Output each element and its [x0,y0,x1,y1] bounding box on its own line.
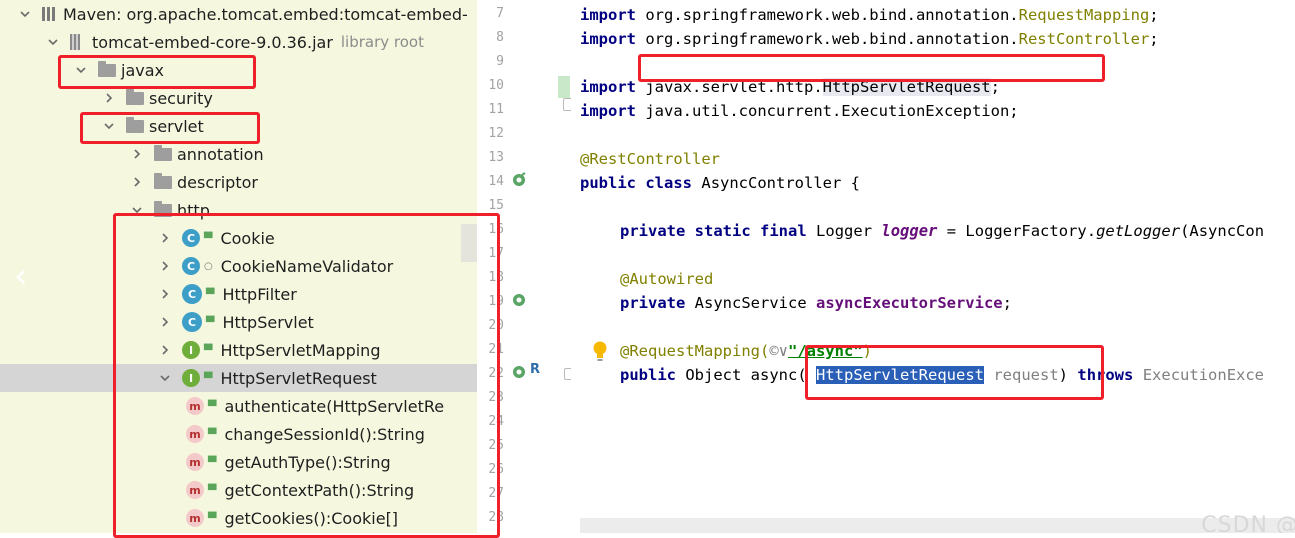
line-number: 10 [488,78,504,93]
chevron-down-icon[interactable] [46,35,60,49]
chevron-down-icon[interactable] [18,7,32,21]
line-number: 11 [488,102,504,117]
code-line-19: private AsyncService asyncExecutorServic… [620,294,1012,312]
annotation-box-import [638,54,1105,82]
code-line-13: @RestController [580,150,720,168]
tree-row[interactable]: annotation [0,140,477,168]
collapse-panel-icon[interactable]: ‹ [14,256,28,296]
line-number: 12 [488,126,504,141]
jar-icon [70,34,80,50]
tree-row-label: security [149,88,213,108]
line-number: 7 [496,6,504,21]
watermark: CSDN @ [1201,513,1295,533]
annotation-box-http-classes [113,213,500,538]
tree-row[interactable]: tomcat-embed-core-9.0.36.jar library root [0,28,477,56]
code-line-16: private static final Logger logger = Log… [620,222,1265,240]
tree-row-label: tomcat-embed-core-9.0.36.jar [92,32,333,52]
annotation-box-parameter [805,345,1104,400]
line-number: 13 [488,150,504,165]
annotation-box-javax [58,55,256,89]
tree-row[interactable]: descriptor [0,168,477,196]
code-line-14: public class AsyncController { [580,174,860,192]
folder-icon [154,144,172,161]
bean-icon[interactable] [511,172,527,192]
tree-row-sublabel: library root [340,33,424,51]
chevron-right-icon[interactable] [130,175,144,189]
lightbulb-icon[interactable] [591,340,609,362]
code-line-8: import org.springframework.web.bind.anno… [580,30,1159,48]
code-line-7: import org.springframework.web.bind.anno… [580,6,1159,24]
chevron-right-icon[interactable] [130,147,144,161]
code-line-11: import java.util.concurrent.ExecutionExc… [580,102,1019,120]
tree-row-label: Maven: org.apache.tomcat.embed:tomcat-em… [63,4,468,24]
line-number: 9 [496,54,504,69]
line-number: 15 [488,198,504,213]
tree-row-label: annotation [177,144,264,164]
editor-horizontal-scrollbar[interactable] [580,518,1295,533]
maven-icon [42,7,60,21]
tree-row-label: descriptor [177,172,258,192]
folder-icon [154,172,172,189]
chevron-right-icon[interactable] [102,91,116,105]
vcs-change-marker[interactable] [558,76,570,98]
code-line-18: @Autowired [620,270,714,288]
annotation-box-servlet [80,112,260,144]
folder-icon [126,88,144,105]
autowired-bean-icon[interactable] [511,292,527,312]
rest-endpoint-icon[interactable]: R [530,362,540,377]
tree-row[interactable]: Maven: org.apache.tomcat.embed:tomcat-em… [0,0,477,28]
line-number: 8 [496,30,504,45]
line-number: 14 [488,174,504,189]
request-mapping-icon[interactable] [511,364,527,384]
